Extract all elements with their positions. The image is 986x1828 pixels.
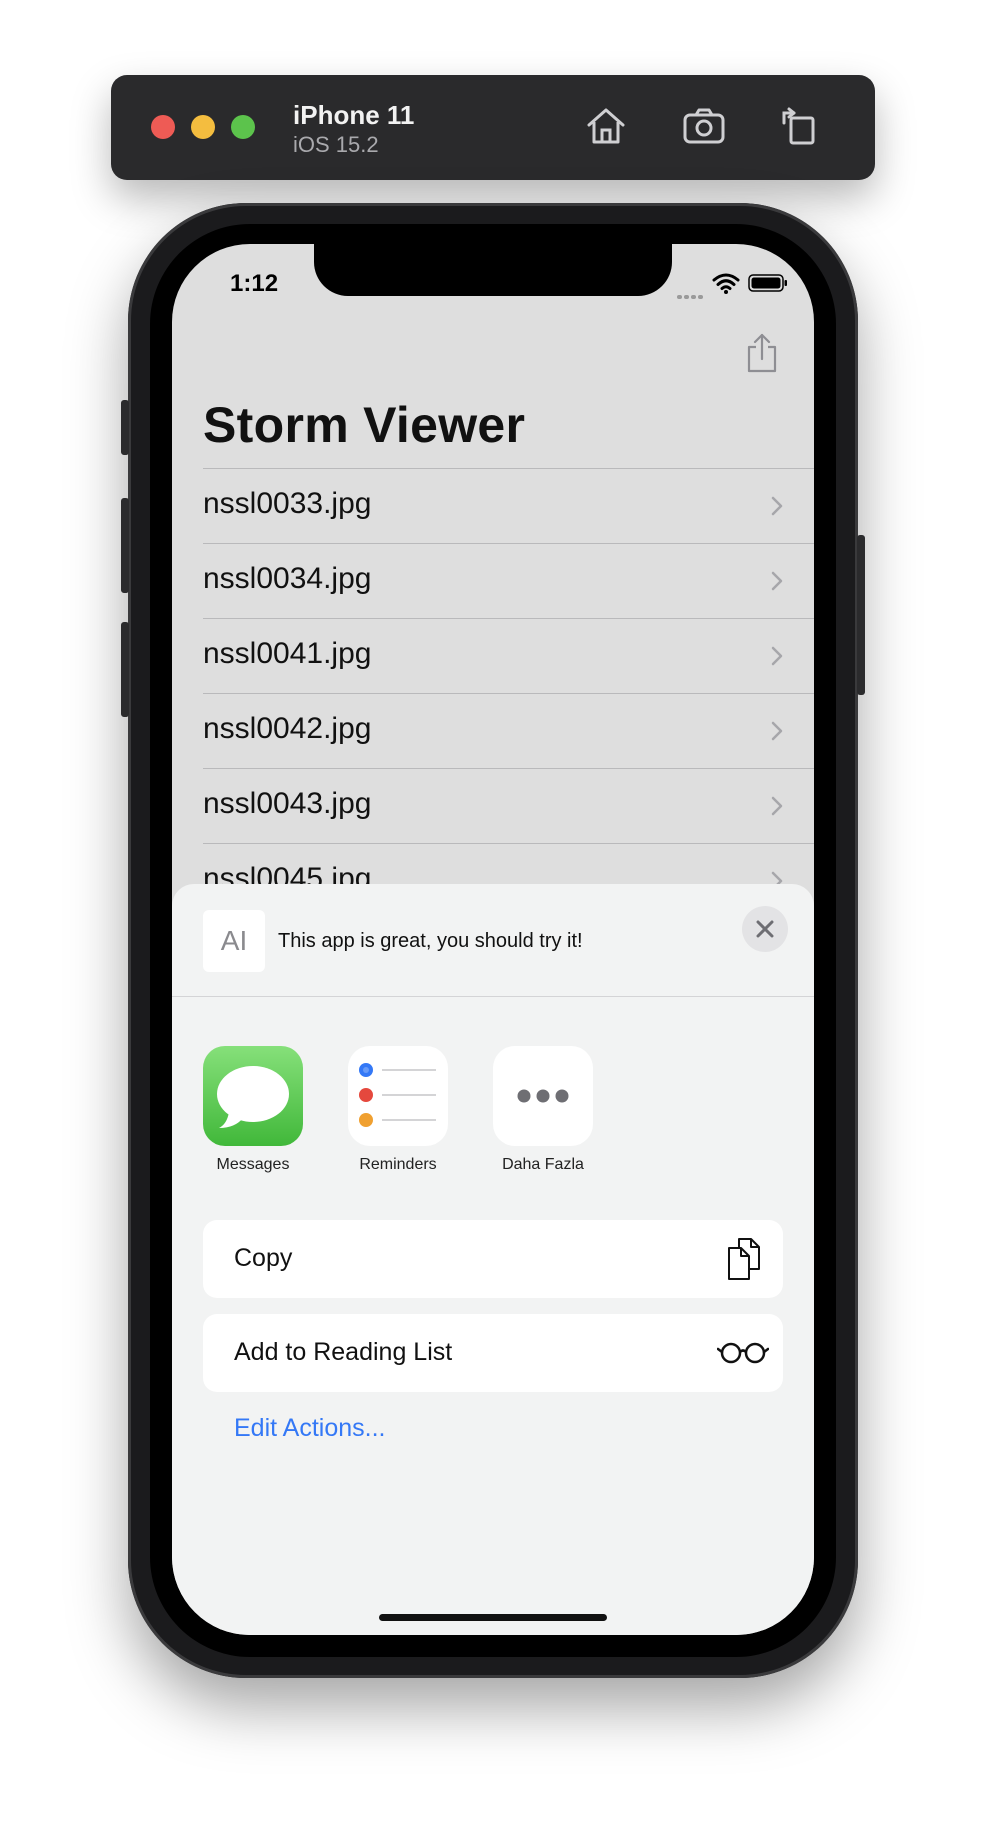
close-icon xyxy=(756,920,774,938)
chevron-right-icon xyxy=(771,796,783,816)
share-app-row: Messages Reminders Daha Fazla xyxy=(172,1046,814,1196)
home-button[interactable] xyxy=(583,103,629,149)
window-minimize-button[interactable] xyxy=(191,115,215,139)
mute-switch xyxy=(121,400,129,455)
volume-down-button xyxy=(121,622,129,717)
list-item[interactable]: nssl0042.jpg xyxy=(203,693,814,768)
copy-icon xyxy=(728,1238,760,1280)
list-item-label: nssl0034.jpg xyxy=(203,562,372,595)
volume-up-button xyxy=(121,498,129,593)
side-button xyxy=(857,535,865,695)
app-label: Messages xyxy=(216,1156,290,1173)
image-list: nssl0033.jpg nssl0034.jpg nssl0041.jpg n… xyxy=(203,468,814,918)
action-label: Copy xyxy=(234,1244,293,1272)
window-close-button[interactable] xyxy=(151,115,175,139)
share-sheet-header: AI This app is great, you should try it! xyxy=(172,884,814,997)
simulator-toolbar: iPhone 11 iOS 15.2 xyxy=(111,75,875,180)
notch xyxy=(314,244,672,296)
battery-icon xyxy=(748,274,787,292)
share-app-messages[interactable]: Messages xyxy=(198,1046,308,1174)
share-app-reminders[interactable]: Reminders xyxy=(343,1046,453,1174)
list-item-label: nssl0043.jpg xyxy=(203,787,372,820)
messages-icon xyxy=(203,1046,303,1146)
device-name: iPhone 11 xyxy=(293,100,415,130)
chevron-right-icon xyxy=(771,721,783,741)
window-zoom-button[interactable] xyxy=(231,115,255,139)
add-to-reading-list-action[interactable]: Add to Reading List xyxy=(203,1314,783,1392)
phone-screen: 1:12 Storm Viewer nssl0033.jpg nssl0034.… xyxy=(172,244,814,1635)
app-label: Reminders xyxy=(359,1156,437,1173)
list-item-label: nssl0042.jpg xyxy=(203,712,372,745)
rotate-button[interactable] xyxy=(776,103,822,149)
chevron-right-icon xyxy=(771,646,783,666)
list-item-label: nssl0033.jpg xyxy=(203,487,372,520)
page-title: Storm Viewer xyxy=(203,397,526,453)
copy-action[interactable]: Copy xyxy=(203,1220,783,1298)
app-label: Daha Fazla xyxy=(502,1156,584,1173)
chevron-right-icon xyxy=(771,496,783,516)
wifi-icon xyxy=(712,273,740,294)
cellular-signal-icon xyxy=(677,286,707,299)
list-item[interactable]: nssl0033.jpg xyxy=(203,468,814,543)
screenshot-button[interactable] xyxy=(681,103,727,149)
list-item[interactable]: nssl0041.jpg xyxy=(203,618,814,693)
share-app-more[interactable]: Daha Fazla xyxy=(488,1046,598,1174)
share-icon[interactable] xyxy=(744,332,780,374)
home-icon xyxy=(587,108,625,144)
home-indicator[interactable] xyxy=(379,1614,607,1621)
more-icon xyxy=(493,1046,593,1146)
text-document-icon: AI xyxy=(203,910,265,972)
list-item[interactable]: nssl0043.jpg xyxy=(203,768,814,843)
share-preview-text: This app is great, you should try it! xyxy=(278,930,583,952)
reminders-icon xyxy=(348,1046,448,1146)
list-item-label: nssl0041.jpg xyxy=(203,637,372,670)
action-label: Add to Reading List xyxy=(234,1338,453,1366)
share-sheet: AI This app is great, you should try it!… xyxy=(172,884,814,1635)
glasses-icon xyxy=(717,1342,769,1364)
camera-icon xyxy=(683,108,725,144)
close-button[interactable] xyxy=(742,906,788,952)
chevron-right-icon xyxy=(771,571,783,591)
os-version: iOS 15.2 xyxy=(293,132,379,157)
list-item[interactable]: nssl0034.jpg xyxy=(203,543,814,618)
status-time: 1:12 xyxy=(230,270,279,297)
rotate-icon xyxy=(782,107,815,145)
edit-actions-link[interactable]: Edit Actions... xyxy=(234,1414,385,1443)
